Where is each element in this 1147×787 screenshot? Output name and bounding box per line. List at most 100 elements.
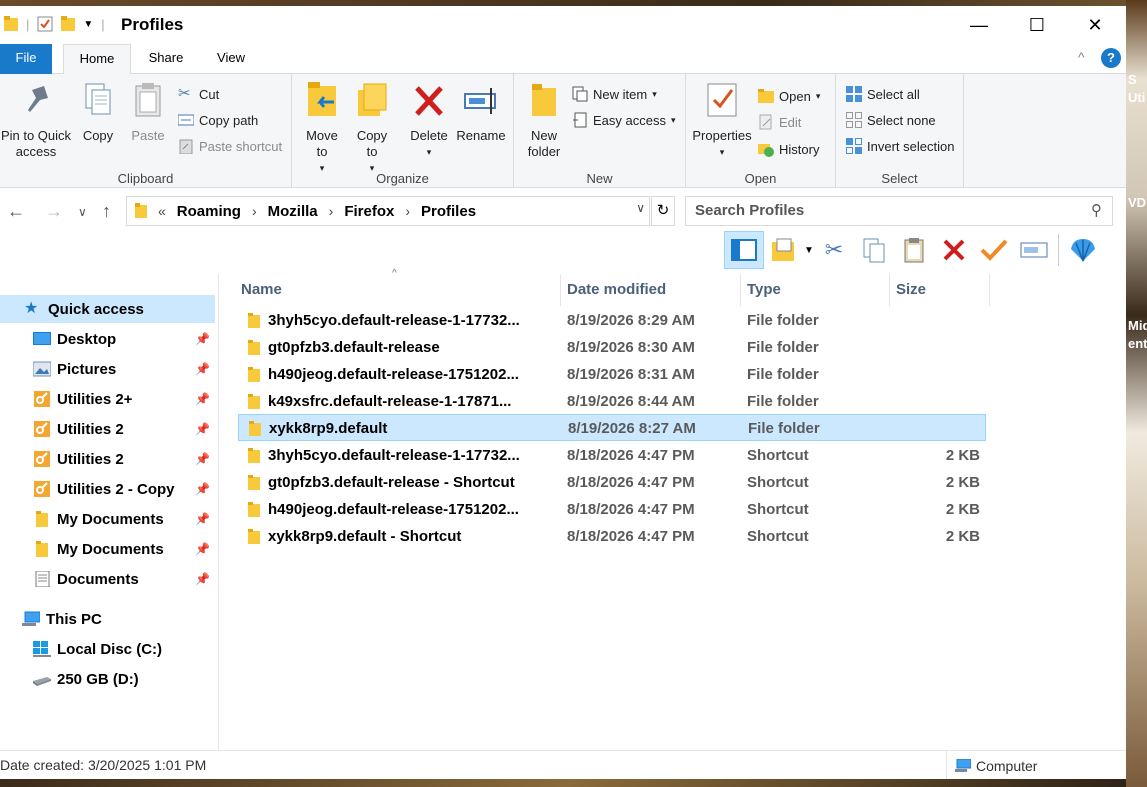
refresh-icon[interactable]: ↻ (651, 196, 675, 226)
sidebar-item-utilities-2plus[interactable]: Utilities 2+ 📌 (0, 385, 218, 413)
desktop-text: ente (1128, 336, 1147, 351)
pin-to-quick-access-button[interactable]: Pin to Quick access (0, 80, 72, 160)
copy-icon[interactable] (854, 231, 894, 269)
collapse-ribbon-icon[interactable]: ^ (1078, 49, 1085, 65)
paste-button[interactable]: Paste (126, 80, 170, 144)
file-row[interactable]: h490jeog.default-release-1751202... 8/19… (238, 361, 986, 388)
shell-icon[interactable] (1063, 231, 1103, 269)
sidebar-item-my-documents[interactable]: My Documents 📌 (0, 505, 218, 533)
rename-button[interactable]: Rename (456, 80, 506, 144)
sidebar-item-my-documents[interactable]: My Documents 📌 (0, 535, 218, 563)
pin-icon[interactable]: 📌 (195, 512, 210, 526)
search-input[interactable]: Search Profiles ⚲ (685, 196, 1113, 226)
edit-button[interactable]: Edit (758, 114, 801, 130)
copy-to-button[interactable]: Copy to ▾ (352, 80, 392, 176)
file-row[interactable]: gt0pfzb3.default-release 8/19/2026 8:30 … (238, 334, 986, 361)
cut-button[interactable]: ✂ Cut (178, 86, 219, 102)
select-all-button[interactable]: Select all (846, 86, 920, 102)
sidebar-item-this-pc[interactable]: This PC (0, 605, 218, 633)
sidebar-item-drive-d[interactable]: 250 GB (D:) (0, 665, 218, 693)
breadcrumb-mozilla[interactable]: Mozilla (268, 203, 318, 220)
breadcrumb-roaming[interactable]: Roaming (177, 203, 241, 220)
column-header-size[interactable]: Size (890, 274, 990, 306)
column-header-name[interactable]: Name (235, 274, 561, 306)
pin-icon[interactable]: 📌 (195, 332, 210, 346)
sidebar-item-pictures[interactable]: Pictures 📌 (0, 355, 218, 383)
breadcrumb-profiles[interactable]: Profiles (421, 203, 476, 220)
sidebar-item-utilities-2[interactable]: Utilities 2 📌 (0, 415, 218, 443)
customize-dropdown-icon[interactable]: ▼ (83, 19, 93, 30)
file-row[interactable]: xykk8rp9.default - Shortcut 8/18/2026 4:… (238, 523, 986, 550)
properties-icon[interactable] (37, 16, 53, 32)
easy-access-button[interactable]: Easy access ▾ (572, 112, 676, 128)
copy-button[interactable]: Copy (78, 80, 118, 144)
select-none-button[interactable]: Select none (846, 112, 936, 128)
file-row[interactable]: 3hyh5cyo.default-release-1-17732... 8/18… (238, 442, 986, 469)
rename-icon[interactable] (1014, 231, 1054, 269)
help-icon[interactable]: ? (1101, 48, 1121, 68)
breadcrumb-separator-icon[interactable]: › (405, 203, 410, 219)
close-button[interactable]: ✕ (1066, 6, 1124, 44)
file-row-selected[interactable]: xykk8rp9.default 8/19/2026 8:27 AM File … (238, 414, 986, 441)
properties-folder-icon[interactable] (764, 231, 804, 269)
file-row[interactable]: gt0pfzb3.default-release - Shortcut 8/18… (238, 469, 986, 496)
tab-view[interactable]: View (204, 44, 258, 74)
delete-button[interactable]: Delete ▾ (408, 80, 450, 160)
file-name: gt0pfzb3.default-release (268, 339, 440, 356)
pane-splitter[interactable] (218, 274, 219, 750)
navigation-bar: ← → ∨ ↑ « Roaming › Mozilla › Firefox › … (0, 194, 1126, 230)
pin-icon[interactable]: 📌 (195, 362, 210, 376)
preview-pane-icon[interactable] (724, 231, 764, 269)
column-header-type[interactable]: Type (741, 274, 890, 306)
up-arrow-icon[interactable]: ↑ (102, 201, 111, 222)
new-item-button[interactable]: New item ▾ (572, 86, 657, 102)
open-button[interactable]: Open ▾ (758, 88, 820, 104)
checkmark-icon[interactable] (974, 231, 1014, 269)
file-row[interactable]: 3hyh5cyo.default-release-1-17732... 8/19… (238, 307, 986, 334)
sidebar-item-local-disc-c[interactable]: Local Disc (C:) (0, 635, 218, 663)
scissors-icon[interactable]: ✂ (814, 231, 854, 269)
maximize-button[interactable]: ☐ (1008, 6, 1066, 44)
breadcrumb-separator-icon[interactable]: › (329, 203, 334, 219)
column-header-date-modified[interactable]: Date modified (561, 274, 741, 306)
move-to-button[interactable]: Move to ▾ (302, 80, 342, 176)
pin-icon[interactable]: 📌 (195, 422, 210, 436)
breadcrumb-overflow[interactable]: « (158, 203, 166, 219)
search-placeholder: Search Profiles (695, 202, 805, 219)
tab-share[interactable]: Share (138, 44, 194, 74)
copy-path-button[interactable]: Copy path (178, 112, 258, 128)
pin-icon[interactable]: 📌 (195, 392, 210, 406)
back-arrow-icon[interactable]: ← (7, 201, 25, 222)
breadcrumb-firefox[interactable]: Firefox (344, 203, 394, 220)
new-folder-icon[interactable] (61, 16, 76, 32)
invert-selection-button[interactable]: Invert selection (846, 138, 954, 154)
sidebar-item-quick-access[interactable]: ★ Quick access (0, 295, 215, 323)
paste-icon[interactable] (894, 231, 934, 269)
history-button[interactable]: History (758, 141, 819, 157)
file-date: 8/19/2026 8:31 AM (567, 366, 695, 383)
pin-icon[interactable]: 📌 (195, 572, 210, 586)
forward-arrow-icon[interactable]: → (45, 201, 63, 222)
file-row[interactable]: h490jeog.default-release-1751202... 8/18… (238, 496, 986, 523)
paste-shortcut-button[interactable]: Paste shortcut (178, 138, 282, 154)
pin-icon[interactable]: 📌 (195, 482, 210, 496)
address-bar[interactable]: « Roaming › Mozilla › Firefox › Profiles… (126, 196, 650, 226)
recent-locations-icon[interactable]: ∨ (78, 205, 87, 219)
chevron-down-icon[interactable]: ▼ (804, 245, 814, 256)
delete-icon[interactable] (934, 231, 974, 269)
sidebar-item-documents[interactable]: Documents 📌 (0, 565, 218, 593)
minimize-button[interactable]: — (950, 6, 1008, 44)
tab-file[interactable]: File (0, 44, 52, 74)
breadcrumb-separator-icon[interactable]: › (252, 203, 257, 219)
properties-button[interactable]: Properties ▾ (690, 80, 754, 160)
pin-icon[interactable]: 📌 (195, 542, 210, 556)
sidebar-item-utilities-2[interactable]: Utilities 2 📌 (0, 445, 218, 473)
documents-icon (35, 571, 50, 587)
address-dropdown-icon[interactable]: ∨ (636, 201, 645, 215)
sidebar-item-utilities-2-copy[interactable]: Utilities 2 - Copy 📌 (0, 475, 218, 503)
sidebar-item-desktop[interactable]: Desktop 📌 (0, 325, 218, 353)
tab-home[interactable]: Home (63, 44, 131, 75)
new-folder-button[interactable]: New folder (522, 80, 566, 160)
file-row[interactable]: k49xsfrc.default-release-1-17871... 8/19… (238, 388, 986, 415)
pin-icon[interactable]: 📌 (195, 452, 210, 466)
